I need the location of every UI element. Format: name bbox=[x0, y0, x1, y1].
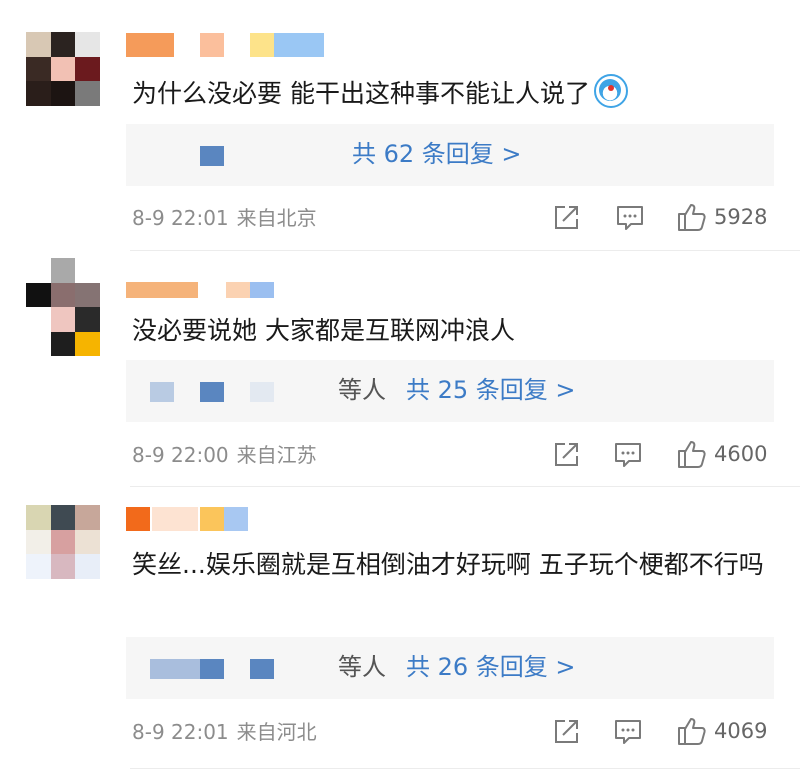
share-icon bbox=[555, 443, 578, 466]
location: 来自河北 bbox=[236, 720, 317, 744]
timestamp: 8-9 22:01 bbox=[132, 720, 229, 744]
reply-preview[interactable]: 共 62 条回复 > bbox=[126, 124, 774, 186]
reply-count-link[interactable]: 共 62 条回复 > bbox=[352, 136, 522, 172]
comment-icon bbox=[615, 443, 641, 467]
reply-users: 等人 bbox=[338, 376, 386, 404]
reply-users: 等人 bbox=[338, 653, 386, 681]
comment-text: 没必要说她 大家都是互联网冲浪人 bbox=[132, 316, 515, 345]
reply-preview[interactable]: 等人 共 25 条回复 > bbox=[126, 360, 774, 422]
divider bbox=[130, 250, 800, 251]
reply-avatar-pixelated bbox=[250, 382, 274, 402]
comment-icon bbox=[615, 720, 641, 744]
avatar[interactable] bbox=[26, 505, 100, 579]
like-count: 5928 bbox=[714, 205, 768, 229]
username-pixelated[interactable] bbox=[126, 282, 286, 306]
like-count: 4600 bbox=[714, 442, 768, 466]
thumbs-up-icon bbox=[678, 718, 706, 745]
avatar[interactable] bbox=[26, 258, 100, 356]
comment-icon bbox=[617, 206, 643, 230]
comment-meta: 8-9 22:01 来自河北 bbox=[132, 717, 317, 747]
reply-count-link[interactable]: 共 25 条回复 > bbox=[406, 372, 576, 408]
share-button[interactable] bbox=[552, 203, 580, 233]
thumbs-up-icon bbox=[678, 204, 706, 231]
comment-button[interactable] bbox=[613, 717, 643, 747]
reply-avatar-pixelated bbox=[200, 382, 224, 402]
location: 来自北京 bbox=[236, 206, 317, 230]
username-pixelated[interactable] bbox=[126, 33, 336, 57]
location: 来自江苏 bbox=[236, 443, 317, 467]
reply-avatar-pixelated bbox=[200, 146, 224, 166]
timestamp: 8-9 22:01 bbox=[132, 206, 229, 230]
share-button[interactable] bbox=[552, 440, 580, 470]
timestamp: 8-9 22:00 bbox=[132, 443, 229, 467]
comment-meta: 8-9 22:00 来自江苏 bbox=[132, 440, 317, 470]
divider bbox=[130, 768, 800, 769]
comment-meta: 8-9 22:01 来自北京 bbox=[132, 203, 317, 233]
username-pixelated[interactable] bbox=[126, 507, 266, 531]
like-button[interactable]: 4069 bbox=[676, 716, 767, 746]
share-icon bbox=[555, 720, 578, 743]
like-button[interactable]: 4600 bbox=[676, 439, 767, 469]
doraemon-emoji-icon bbox=[593, 74, 628, 108]
share-button[interactable] bbox=[552, 717, 580, 747]
avatar[interactable] bbox=[26, 32, 100, 106]
like-count: 4069 bbox=[714, 719, 768, 743]
reply-avatar-pixelated bbox=[250, 659, 274, 679]
reply-avatar-pixelated bbox=[150, 659, 200, 679]
share-icon bbox=[555, 206, 578, 229]
comment-button[interactable] bbox=[613, 440, 643, 470]
reply-count-link[interactable]: 共 26 条回复 > bbox=[406, 649, 576, 685]
thumbs-up-icon bbox=[678, 441, 706, 468]
divider bbox=[130, 486, 800, 487]
reply-preview[interactable]: 等人 共 26 条回复 > bbox=[126, 637, 774, 699]
comment-text: 笑丝...娱乐圈就是互相倒油才好玩啊 五子玩个梗都不行吗 bbox=[132, 550, 764, 579]
reply-avatar-pixelated bbox=[200, 659, 224, 679]
like-button[interactable]: 5928 bbox=[676, 202, 767, 232]
reply-avatar-pixelated bbox=[150, 382, 174, 402]
comment-text: 为什么没必要 能干出这种事不能让人说了 bbox=[132, 74, 764, 113]
comment-button[interactable] bbox=[615, 203, 645, 233]
